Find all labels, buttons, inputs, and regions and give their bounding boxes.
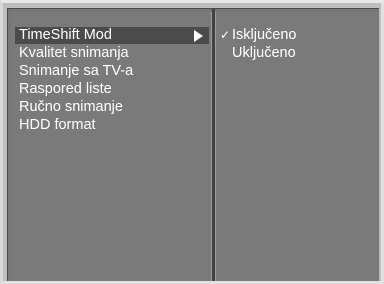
option-label: Uključeno (232, 45, 296, 61)
main-menu-panel: TimeShift Mod Kvalitet snimanja Snimanje… (11, 12, 212, 281)
menu-item-hdd-format[interactable]: HDD format (15, 117, 209, 134)
menu-item-label: Raspored liste (19, 81, 112, 97)
submenu-panel: ✓ Isključeno Uključeno (215, 12, 379, 281)
menu-item-label: Ručno snimanje (19, 99, 123, 115)
menu-item-timeshift-mod[interactable]: TimeShift Mod (15, 27, 209, 44)
menu-item-snimanje-sa-tv[interactable]: Snimanje sa TV-a (15, 63, 209, 80)
menu-item-label: Snimanje sa TV-a (19, 63, 134, 79)
menu-item-rucno-snimanje[interactable]: Ručno snimanje (15, 99, 209, 116)
option-iskljuceno[interactable]: ✓ Isključeno (220, 27, 296, 44)
menu-item-raspored-liste[interactable]: Raspored liste (15, 81, 209, 98)
menu-item-label: TimeShift Mod (19, 27, 112, 43)
option-ukljuceno[interactable]: Uključeno (220, 45, 296, 62)
checkmark-icon: ✓ (220, 28, 231, 42)
menu-item-label: Kvalitet snimanja (19, 45, 129, 61)
submenu-arrow-icon (194, 30, 203, 42)
osd-window: TimeShift Mod Kvalitet snimanja Snimanje… (0, 0, 384, 284)
menu-frame: TimeShift Mod Kvalitet snimanja Snimanje… (7, 8, 379, 281)
option-label: Isključeno (232, 27, 297, 43)
menu-item-label: HDD format (19, 117, 96, 133)
menu-item-kvalitet-snimanja[interactable]: Kvalitet snimanja (15, 45, 209, 62)
